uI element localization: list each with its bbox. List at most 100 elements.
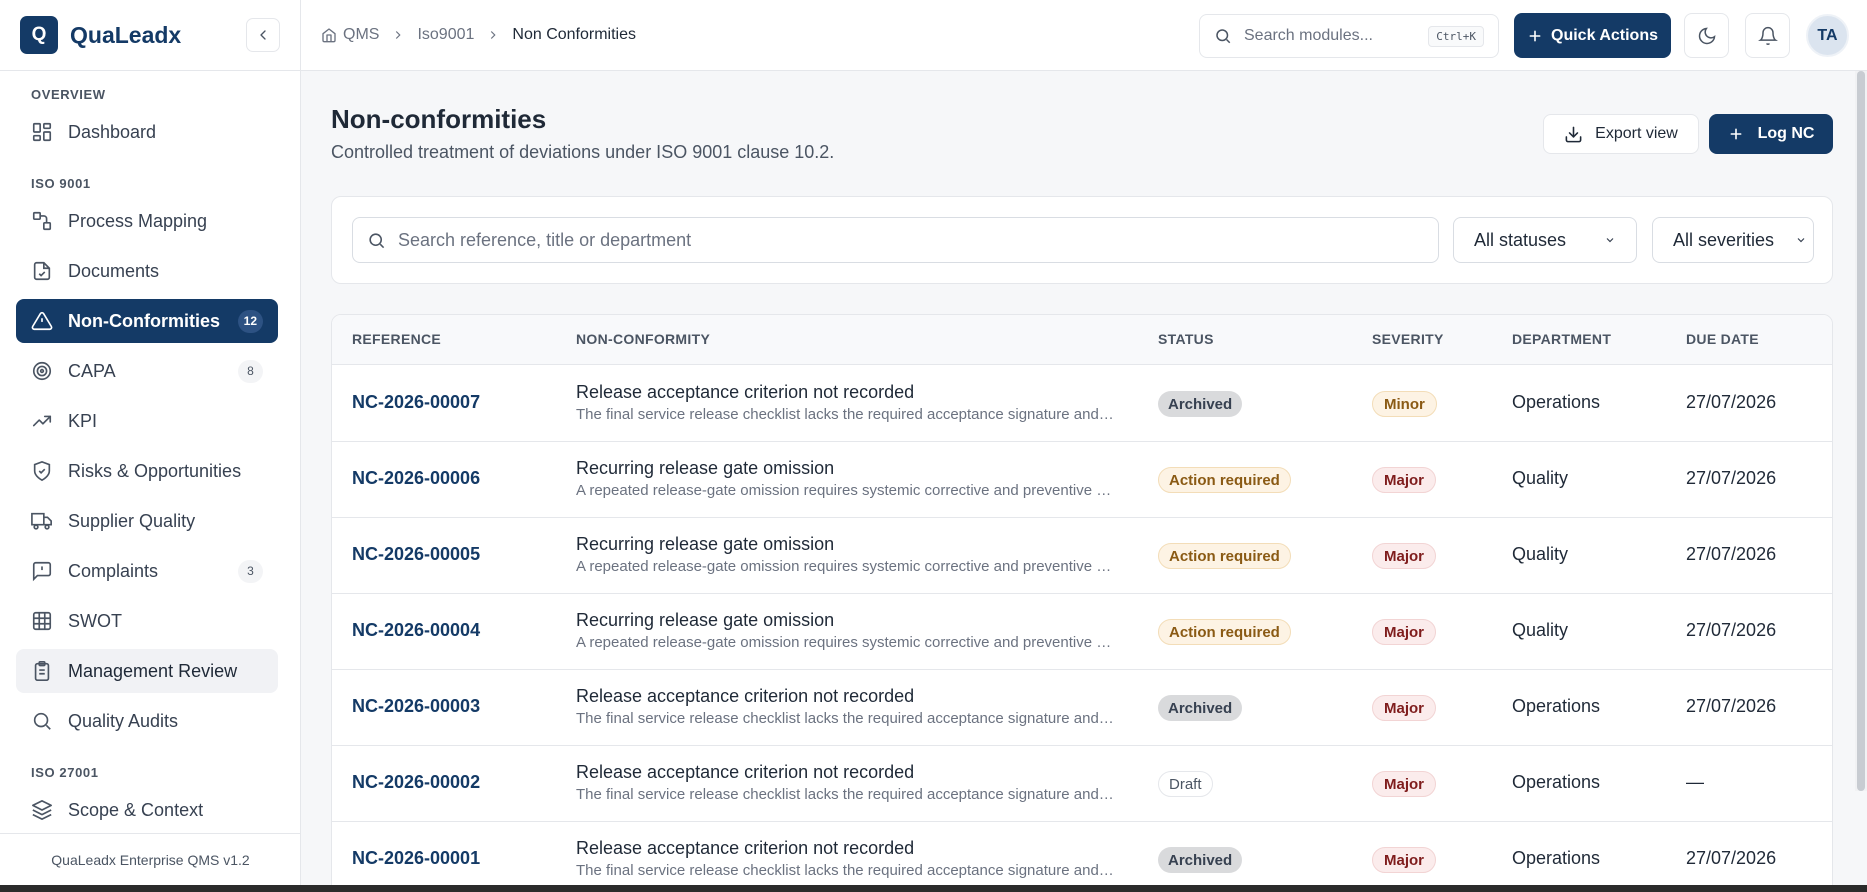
table-row[interactable]: NC-2026-00007 Release acceptance criterio… [332, 366, 1832, 442]
search-placeholder: Search reference, title or department [398, 229, 692, 250]
severity-badge: Major [1372, 543, 1437, 569]
target-icon [30, 359, 54, 383]
sidebar-item-documents[interactable]: Documents [16, 249, 278, 293]
search-icon [1214, 27, 1232, 45]
nc-title: Recurring release gate omission [576, 458, 835, 478]
grid-icon [30, 609, 54, 633]
nc-description: The final service release checklist lack… [576, 406, 1116, 423]
nc-reference-link[interactable]: NC-2026-00005 [352, 544, 480, 565]
log-nc-label: Log NC [1757, 125, 1815, 142]
sidebar-item-label: SWOT [68, 610, 122, 631]
collapse-sidebar-button[interactable] [246, 18, 280, 52]
home-icon[interactable] [321, 27, 337, 43]
nc-reference-link[interactable]: NC-2026-00004 [352, 620, 480, 641]
sidebar-item-risks[interactable]: Risks & Opportunities [16, 449, 278, 493]
severity-filter-select[interactable]: All severities [1652, 217, 1814, 263]
nc-description: A repeated release-gate omission require… [576, 634, 1116, 651]
trend-icon [30, 409, 54, 433]
module-search-input[interactable]: Search modules... Ctrl+K [1199, 14, 1499, 58]
sidebar-item-complaints[interactable]: Complaints 3 [16, 549, 278, 593]
table-row[interactable]: NC-2026-00004 Recurring release gate omis… [332, 594, 1832, 670]
table-row[interactable]: NC-2026-00001 Release acceptance criterio… [332, 822, 1832, 892]
status-badge: Archived [1158, 391, 1243, 417]
nc-title: Recurring release gate omission [576, 534, 835, 554]
sidebar-item-label: Quality Audits [68, 710, 179, 731]
warning-icon [30, 309, 54, 333]
quick-actions-button[interactable]: Quick Actions [1514, 13, 1671, 58]
brand-name[interactable]: QuaLeadx [70, 22, 181, 49]
nc-description: The final service release checklist lack… [576, 786, 1116, 803]
column-header-due-date[interactable]: DUE DATE [1686, 331, 1759, 347]
sidebar-item-process-mapping[interactable]: Process Mapping [16, 199, 278, 243]
sidebar-item-dashboard[interactable]: Dashboard [16, 110, 278, 154]
breadcrumb-iso9001[interactable]: Iso9001 [417, 26, 474, 44]
nc-description: The final service release checklist lack… [576, 710, 1116, 727]
sidebar-item-kpi[interactable]: KPI [16, 399, 278, 443]
sidebar-item-label: Non-Conformities [68, 310, 220, 331]
sidebar-item-management-review[interactable]: Management Review [16, 649, 278, 693]
search-icon [367, 231, 386, 250]
breadcrumb-qms[interactable]: QMS [343, 26, 379, 44]
department: Quality [1512, 620, 1569, 640]
keyboard-shortcut: Ctrl+K [1428, 25, 1484, 47]
table-row[interactable]: NC-2026-00003 Release acceptance criterio… [332, 670, 1832, 746]
nc-title: Recurring release gate omission [576, 610, 835, 630]
nc-table: REFERENCE NON-CONFORMITY STATUS SEVERITY… [331, 314, 1833, 892]
export-view-button[interactable]: Export view [1543, 114, 1699, 154]
status-badge: Draft [1158, 771, 1213, 797]
page-scrollbar-thumb[interactable] [1857, 71, 1865, 791]
table-row[interactable]: NC-2026-00006 Recurring release gate omis… [332, 442, 1832, 518]
due-date: — [1686, 772, 1704, 792]
sidebar-item-capa[interactable]: CAPA 8 [16, 349, 278, 393]
nc-reference-link[interactable]: NC-2026-00006 [352, 468, 480, 489]
column-header-department[interactable]: DEPARTMENT [1512, 331, 1611, 347]
sidebar-item-label: Documents [68, 260, 160, 281]
sidebar-item-swot[interactable]: SWOT [16, 599, 278, 643]
sidebar-item-supplier-quality[interactable]: Supplier Quality [16, 499, 278, 543]
column-header-reference[interactable]: REFERENCE [352, 331, 441, 347]
department: Operations [1512, 772, 1601, 792]
sidebar-item-non-conformities[interactable]: Non-Conformities 12 [16, 299, 278, 343]
table-row[interactable]: NC-2026-00002 Release acceptance criterio… [332, 746, 1832, 822]
nc-reference-link[interactable]: NC-2026-00001 [352, 848, 480, 869]
theme-toggle-button[interactable] [1684, 13, 1729, 58]
sidebar-item-scope-context[interactable]: Scope & Context [16, 788, 278, 832]
nc-description: A repeated release-gate omission require… [576, 482, 1116, 499]
log-nc-button[interactable]: Log NC [1709, 114, 1833, 154]
brand-logo[interactable]: Q [20, 16, 58, 54]
sidebar-item-label: Management Review [68, 660, 238, 681]
status-badge: Archived [1158, 695, 1243, 721]
nc-reference-link[interactable]: NC-2026-00007 [352, 392, 480, 413]
topbar: QMS Iso9001 Non Conformities Search modu… [301, 0, 1867, 71]
document-icon [30, 259, 54, 283]
clipboard-icon [30, 659, 54, 683]
count-badge: 12 [237, 309, 263, 333]
page-scrollbar[interactable] [1855, 71, 1867, 791]
chevron-left-icon [260, 30, 266, 40]
column-header-status[interactable]: STATUS [1158, 331, 1214, 347]
nc-title: Release acceptance criterion not recorde… [576, 762, 915, 782]
column-header-severity[interactable]: SEVERITY [1372, 331, 1444, 347]
department: Operations [1512, 848, 1601, 868]
notifications-button[interactable] [1745, 13, 1790, 58]
count-badge: 8 [238, 359, 263, 383]
sidebar-item-label: KPI [68, 410, 98, 431]
status-badge: Action required [1158, 543, 1291, 569]
plus-icon [1527, 28, 1543, 44]
nc-reference-link[interactable]: NC-2026-00002 [352, 772, 480, 793]
user-avatar[interactable]: TA [1806, 14, 1849, 57]
column-header-non-conformity[interactable]: NON-CONFORMITY [576, 331, 710, 347]
filter-bar: Search reference, title or department Al… [331, 196, 1833, 284]
department: Operations [1512, 696, 1601, 716]
sidebar-item-label: Scope & Context [68, 799, 204, 820]
sidebar-item-quality-audits[interactable]: Quality Audits [16, 699, 278, 743]
table-row[interactable]: NC-2026-00005 Recurring release gate omis… [332, 518, 1832, 594]
shield-icon [30, 459, 54, 483]
process-icon [30, 209, 54, 233]
nc-search-input[interactable]: Search reference, title or department [352, 217, 1439, 263]
nc-reference-link[interactable]: NC-2026-00003 [352, 696, 480, 717]
dashboard-icon [30, 120, 54, 144]
sidebar-item-label: Supplier Quality [68, 510, 196, 531]
breadcrumb: QMS Iso9001 Non Conformities [321, 26, 636, 44]
status-filter-select[interactable]: All statuses [1453, 217, 1637, 263]
